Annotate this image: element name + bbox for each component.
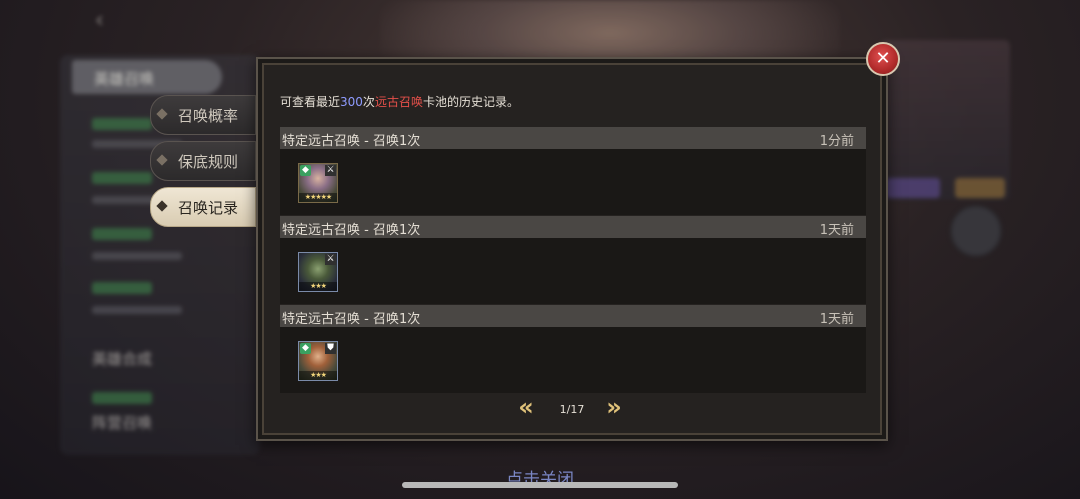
record-body: ◆ ⚔ ★★★★★	[280, 149, 866, 215]
intro-count: 300	[340, 95, 363, 109]
intro-prefix: 可查看最近	[280, 95, 341, 109]
intro-mid: 次	[362, 95, 375, 109]
record-title: 特定远古召唤 - 召唤1次	[282, 312, 421, 327]
star-rating: ★★★	[299, 282, 337, 291]
record-title: 特定远古召唤 - 召唤1次	[282, 134, 421, 149]
crossed-swords-icon: ⚔	[325, 254, 336, 265]
background-avatar	[950, 205, 1002, 257]
star-rating: ★★★★★	[299, 193, 337, 202]
star-rating: ★★★	[299, 371, 337, 380]
background-label: 英雄合成	[92, 350, 153, 368]
previous-page-button[interactable]: «	[512, 395, 540, 419]
history-record: 特定远古召唤 - 召唤1次 1天前 ◆ ⛊ ★★★	[280, 305, 866, 393]
home-indicator[interactable]	[402, 482, 678, 488]
shield-icon: ⛊	[325, 343, 336, 354]
close-icon: ✕	[875, 48, 891, 69]
background-bar	[92, 306, 182, 314]
tab-label: 召唤概率	[178, 107, 239, 125]
tab-label: 保底规则	[178, 153, 239, 171]
record-time: 1天前	[819, 312, 854, 327]
diamond-icon	[156, 108, 168, 120]
background-bar	[92, 252, 182, 260]
background-bar	[92, 282, 152, 294]
record-header: 特定远古召唤 - 召唤1次 1天前	[280, 305, 866, 327]
background-tab: 英雄召唤	[72, 60, 222, 94]
back-arrow-icon: ‹	[95, 8, 104, 33]
intro-pool-name: 远古召唤	[374, 95, 423, 109]
tab-summon-history[interactable]: 召唤记录	[150, 187, 256, 227]
intro-suffix: 卡池的历史记录。	[422, 95, 519, 109]
record-time: 1分前	[819, 134, 854, 149]
hero-card[interactable]: ◆ ⛊ ★★★	[298, 341, 338, 381]
hero-card[interactable]: ◆ ⚔ ★★★★★	[298, 163, 338, 203]
page-indicator: 1/17	[559, 403, 585, 416]
next-page-button[interactable]: »	[600, 395, 628, 419]
summon-history-dialog: 可查看最近300次远古召唤卡池的历史记录。 特定远古召唤 - 召唤1次 1分前 …	[256, 57, 888, 441]
warrior-icon: ◆	[300, 165, 311, 176]
crossed-swords-icon: ⚔	[325, 165, 336, 176]
intro-text: 可查看最近300次远古召唤卡池的历史记录。	[280, 93, 519, 110]
dialog-content: 可查看最近300次远古召唤卡池的历史记录。 特定远古召唤 - 召唤1次 1分前 …	[278, 73, 866, 423]
background-badge	[955, 178, 1005, 198]
background-bar	[92, 228, 152, 240]
diamond-icon	[156, 200, 168, 212]
tab-label: 召唤记录	[178, 199, 239, 217]
background-bar	[92, 172, 152, 184]
history-record: 特定远古召唤 - 召唤1次 1天前 ⚔ ★★★	[280, 216, 866, 304]
hero-card[interactable]: ⚔ ★★★	[298, 252, 338, 292]
warrior-icon: ◆	[300, 343, 311, 354]
background-badge	[885, 178, 940, 198]
background-bar	[92, 118, 152, 130]
record-body: ⚔ ★★★	[280, 238, 866, 304]
background-right-panel	[880, 40, 1010, 200]
record-header: 特定远古召唤 - 召唤1次 1天前	[280, 216, 866, 238]
background-label: 阵营召唤	[92, 414, 153, 432]
record-time: 1天前	[819, 223, 854, 238]
record-title: 特定远古召唤 - 召唤1次	[282, 223, 421, 238]
record-body: ◆ ⛊ ★★★	[280, 327, 866, 393]
close-button[interactable]: ✕	[866, 42, 900, 76]
tab-pity-rules[interactable]: 保底规则	[150, 141, 256, 181]
diamond-icon	[156, 154, 168, 166]
background-bar	[92, 392, 152, 404]
tab-summon-rates[interactable]: 召唤概率	[150, 95, 256, 135]
record-header: 特定远古召唤 - 召唤1次 1分前	[280, 127, 866, 149]
history-record: 特定远古召唤 - 召唤1次 1分前 ◆ ⚔ ★★★★★	[280, 127, 866, 215]
